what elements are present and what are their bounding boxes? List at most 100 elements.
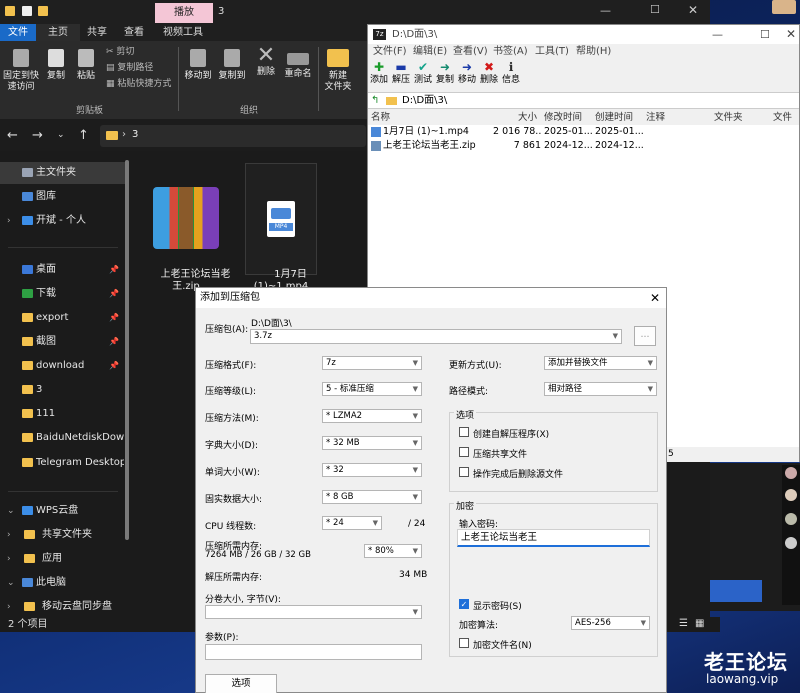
new-folder-button[interactable]: 新建 文件夹 [322, 49, 354, 93]
tab-share[interactable]: 共享 [80, 24, 114, 41]
details-view-icon[interactable]: ☰ [679, 618, 688, 629]
format-select[interactable]: 7z ▼ [322, 356, 422, 370]
move-button[interactable]: ➜ 移动 [456, 60, 478, 86]
up-icon[interactable]: ↑ [78, 128, 89, 143]
sfx-checkbox[interactable] [459, 427, 469, 437]
tiles-view-icon[interactable]: ▦ [695, 618, 704, 629]
expand-chevron-icon[interactable]: › [7, 210, 11, 232]
sidebar-item[interactable]: 下载 📌 [0, 283, 126, 305]
sidebar-item[interactable]: ⌄ WPS云盘 [0, 500, 126, 522]
sidebar-item[interactable]: 主文件夹 [0, 162, 126, 184]
menu-bookmarks[interactable]: 书签(A) [493, 44, 528, 60]
column-comment[interactable]: 注释 [646, 111, 665, 125]
sidebar-item[interactable]: export 📌 [0, 307, 126, 329]
sidebar-item[interactable]: download 📌 [0, 355, 126, 377]
menu-view[interactable]: 查看(V) [453, 44, 488, 60]
address-bar[interactable]: › 3 [100, 125, 366, 147]
dictionary-select[interactable]: * 32 MB ▼ [322, 436, 422, 450]
params-input[interactable] [205, 644, 422, 660]
expand-chevron-icon[interactable]: › [7, 596, 11, 618]
add-button[interactable]: ✚ 添加 [368, 60, 390, 86]
menu-tools[interactable]: 工具(T) [535, 44, 569, 60]
password-input[interactable]: 上老王论坛当老王 [457, 529, 650, 547]
sidebar-item[interactable]: 桌面 📌 [0, 259, 126, 281]
threads-select[interactable]: * 24 ▼ [322, 516, 382, 530]
pin-quick-access-button[interactable]: 固定到快 速访问 [2, 49, 40, 93]
file-item-mp4[interactable]: MP4 1月7日 (1)~1.mp4 [242, 173, 320, 305]
tab-view[interactable]: 查看 [114, 24, 154, 41]
copy-to-button[interactable]: 复制到 [216, 49, 248, 82]
forward-icon[interactable]: → [32, 128, 43, 143]
menu-help[interactable]: 帮助(H) [576, 44, 611, 60]
method-select[interactable]: * LZMA2 ▼ [322, 409, 422, 423]
extract-button[interactable]: ▬ 解压 [390, 60, 412, 86]
encrypt-names-checkbox[interactable] [459, 638, 469, 648]
copy-button[interactable]: 复制 [44, 49, 68, 82]
tab-file[interactable]: 文件 [0, 24, 36, 41]
archive-name-combo[interactable]: 3.7z ▼ [250, 329, 622, 344]
menu-edit[interactable]: 编辑(E) [413, 44, 447, 60]
navigation-scrollbar[interactable] [125, 160, 129, 540]
tab-home[interactable]: 主页 [36, 24, 80, 41]
check-icon[interactable] [22, 6, 32, 16]
paste-shortcut-button[interactable]: ▦ 粘贴快捷方式 [106, 79, 171, 90]
delete-button[interactable]: ✖ 删除 [478, 60, 500, 86]
column-modified[interactable]: 修改时间 [544, 111, 582, 125]
sidebar-item[interactable]: › 应用 [0, 548, 126, 570]
info-button[interactable]: ℹ 信息 [500, 60, 522, 86]
maximize-icon[interactable]: ☐ [650, 3, 660, 16]
sidebar-item[interactable]: 3 [0, 379, 126, 401]
move-to-button[interactable]: 移动到 [182, 49, 214, 82]
sidebar-item[interactable]: Telegram Desktop [0, 452, 126, 474]
paste-button[interactable]: 粘贴 [74, 49, 98, 82]
test-button[interactable]: ✔ 测试 [412, 60, 434, 86]
column-created[interactable]: 创建时间 [595, 111, 633, 125]
delete-after-checkbox[interactable] [459, 467, 469, 477]
up-folder-icon[interactable]: ↰ [371, 93, 379, 109]
options-button[interactable]: 选项 [205, 674, 277, 693]
menu-file[interactable]: 文件(F) [373, 44, 407, 60]
split-size-combo[interactable]: ▼ [205, 605, 422, 619]
recent-dropdown-icon[interactable]: ⌄ [57, 130, 65, 140]
expand-chevron-icon[interactable]: › [7, 548, 11, 570]
expand-chevron-icon[interactable]: ⌄ [7, 572, 15, 594]
contextual-tab-play[interactable]: 播放 [155, 3, 213, 23]
rename-button[interactable]: 重命名 [283, 49, 313, 80]
sidebar-item[interactable]: › 共享文件夹 [0, 524, 126, 546]
view-toggle[interactable]: ☰ ▦ [675, 617, 720, 632]
encryption-method-select[interactable]: AES-256 ▼ [571, 616, 650, 630]
browse-button[interactable]: ... [634, 326, 656, 346]
memory-usage-select[interactable]: * 80% ▼ [364, 544, 422, 558]
sidebar-item[interactable]: 图库 [0, 186, 126, 208]
tab-video-tools[interactable]: 视频工具 [156, 24, 210, 41]
close-icon[interactable]: ✕ [650, 288, 660, 308]
sidebar-item[interactable]: ⌄ 此电脑 [0, 572, 126, 594]
column-name[interactable]: 名称 [371, 111, 390, 125]
address-folder[interactable]: 3 [132, 129, 138, 140]
path-mode-select[interactable]: 相对路径 ▼ [544, 382, 657, 396]
word-size-select[interactable]: * 32 ▼ [322, 463, 422, 477]
folder-icon[interactable] [38, 6, 48, 16]
solid-size-select[interactable]: * 8 GB ▼ [322, 490, 422, 504]
send-button[interactable] [710, 580, 762, 602]
close-icon[interactable]: ✕ [688, 3, 698, 17]
back-icon[interactable]: ← [7, 128, 18, 143]
expand-chevron-icon[interactable]: › [7, 524, 11, 546]
cut-button[interactable]: ✂ 剪切 [106, 47, 134, 58]
column-size[interactable]: 大小 [518, 111, 537, 125]
sidebar-item[interactable]: 111 [0, 403, 126, 425]
copy-button[interactable]: ➜ 复制 [434, 60, 456, 86]
update-mode-select[interactable]: 添加并替换文件 ▼ [544, 356, 657, 370]
copy-path-button[interactable]: ▤ 复制路径 [106, 63, 153, 74]
sidebar-item[interactable]: 截图 📌 [0, 331, 126, 353]
expand-chevron-icon[interactable]: ⌄ [7, 500, 15, 522]
file-item-zip[interactable]: 上老王论坛当老 王.zip [140, 163, 232, 305]
shared-files-checkbox[interactable] [459, 447, 469, 457]
sidebar-item[interactable]: › 开斌 - 个人 [0, 210, 126, 232]
delete-button[interactable]: ✕ 删除 [254, 45, 278, 78]
show-password-checkbox[interactable]: ✓ [459, 599, 469, 609]
sidebar-item[interactable]: BaiduNetdiskDownl [0, 427, 126, 449]
minimize-icon[interactable]: — [600, 4, 611, 17]
level-select[interactable]: 5 - 标准压缩 ▼ [322, 382, 422, 396]
sidebar-item[interactable]: › 移动云盘同步盘 [0, 596, 126, 618]
